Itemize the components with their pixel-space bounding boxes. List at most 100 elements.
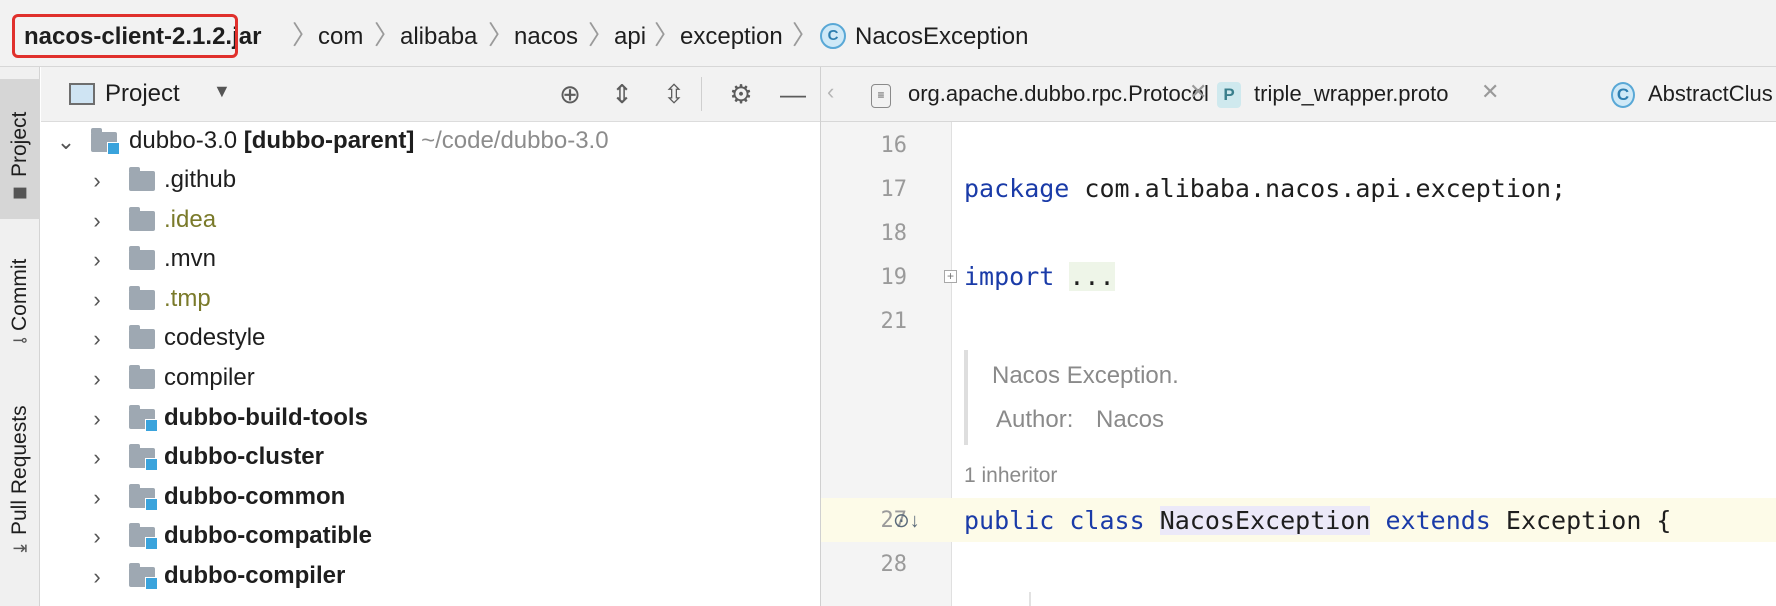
tree-item[interactable]: › codestyle xyxy=(41,319,820,358)
tree-root[interactable]: ⌄ dubbo-3.0 [dubbo-parent] ~/code/dubbo-… xyxy=(41,122,820,161)
chevron-right-icon[interactable]: › xyxy=(87,168,107,194)
folded-imports[interactable]: ... xyxy=(1069,262,1115,291)
tab-label: AbstractClus xyxy=(1648,81,1773,106)
chevron-right-icon[interactable]: › xyxy=(87,485,107,511)
tab-abstract-cluster[interactable]: C AbstractClus xyxy=(1611,67,1776,121)
project-view-icon xyxy=(69,83,95,105)
highlight-annotation xyxy=(12,14,238,58)
module-folder-icon xyxy=(129,404,158,432)
tree-item[interactable]: › .mvn xyxy=(41,240,820,279)
chevron-right-icon[interactable]: › xyxy=(87,326,107,352)
chevron-right-icon[interactable]: › xyxy=(87,406,107,432)
line-number: 21 xyxy=(880,309,908,334)
breadcrumb-separator-icon: 〉 xyxy=(374,20,401,50)
doc-comment-bar xyxy=(964,350,968,445)
folder-icon xyxy=(129,365,155,389)
folder-icon xyxy=(129,246,155,271)
breadcrumb-item-alibaba[interactable]: alibaba xyxy=(400,22,477,52)
chevron-left-icon[interactable]: ‹ xyxy=(827,79,834,105)
chevron-down-icon[interactable]: ▼ xyxy=(213,81,231,102)
chevron-down-icon[interactable]: ⌄ xyxy=(56,129,76,155)
tree-item-label: dubbo-cluster xyxy=(164,443,324,471)
line-number: 17 xyxy=(880,177,908,202)
tool-tab-project-label: Project xyxy=(8,111,31,177)
tool-tab-project[interactable]: Project ▀ xyxy=(0,79,40,219)
module-folder-icon xyxy=(129,444,158,472)
close-icon[interactable]: ✕ xyxy=(1189,79,1207,105)
pull-request-icon: ⇥ xyxy=(12,538,28,558)
breadcrumb-item-class[interactable]: NacosException xyxy=(855,22,1028,52)
chevron-right-icon[interactable]: › xyxy=(87,445,107,471)
module-folder-icon xyxy=(129,523,158,551)
tree-item[interactable]: › .github xyxy=(41,161,820,200)
breadcrumb-separator-icon: 〉 xyxy=(792,20,819,50)
tool-tab-pull-requests[interactable]: Pull Requests ⇥ xyxy=(0,377,40,557)
proto-file-icon: P xyxy=(1217,82,1241,108)
tree-item[interactable]: › dubbo-build-tools xyxy=(41,399,820,438)
keyword: import xyxy=(964,262,1055,291)
chevron-right-icon[interactable]: › xyxy=(87,247,107,273)
module-folder-icon xyxy=(91,128,120,155)
tree-item[interactable]: › dubbo-compatible xyxy=(41,517,820,556)
folder-icon xyxy=(129,325,155,350)
commit-icon: ⊸ xyxy=(12,330,28,350)
doc-comment-text: Nacos Exception. xyxy=(992,362,1179,389)
tree-item-label: .mvn xyxy=(164,245,217,273)
module-folder-icon xyxy=(129,563,158,590)
chevron-right-icon[interactable]: › xyxy=(87,564,107,590)
keyword: extends xyxy=(1385,506,1491,535)
chevron-right-icon[interactable]: › xyxy=(87,208,107,234)
tab-label: org.apache.dubbo.rpc.Protocol xyxy=(908,81,1209,106)
file-icon: ≡ xyxy=(871,84,891,108)
locate-icon[interactable]: ⊕ xyxy=(553,77,587,111)
tree-item[interactable]: › dubbo-compiler xyxy=(41,557,820,596)
tree-item[interactable]: › .tmp xyxy=(41,280,820,319)
tree-item[interactable]: › dubbo-cluster xyxy=(41,438,820,477)
minimize-icon[interactable]: — xyxy=(776,77,810,111)
project-tree: ⌄ dubbo-3.0 [dubbo-parent] ~/code/dubbo-… xyxy=(41,122,820,606)
chevron-right-icon[interactable]: › xyxy=(87,524,107,550)
fold-expand-icon[interactable]: + xyxy=(944,270,957,283)
tab-label: triple_wrapper.proto xyxy=(1254,81,1449,106)
toolbar-divider xyxy=(701,77,702,111)
tab-triple-wrapper[interactable]: P triple_wrapper.proto ✕ xyxy=(1217,67,1517,121)
line-number: 28 xyxy=(880,552,908,577)
keyword: class xyxy=(1069,506,1145,535)
project-panel-title[interactable]: Project xyxy=(105,80,180,108)
tree-item[interactable]: › compiler xyxy=(41,359,820,398)
breadcrumb-item-com[interactable]: com xyxy=(318,22,363,52)
folder-icon xyxy=(129,285,155,310)
indent-guide xyxy=(1029,592,1031,606)
keyword: package xyxy=(964,174,1070,203)
gear-icon[interactable]: ⚙ xyxy=(724,77,758,111)
close-icon[interactable]: ✕ xyxy=(1481,79,1499,105)
folder-icon xyxy=(129,206,155,231)
tree-item-label: .github xyxy=(164,166,237,193)
inheritors-hint[interactable]: 1 inheritor xyxy=(964,464,1057,488)
doc-author-label: Author: xyxy=(996,406,1074,433)
breadcrumb-item-api[interactable]: api xyxy=(614,22,646,52)
package-name: com.alibaba.nacos.api.exception; xyxy=(1069,174,1567,203)
tool-tab-commit[interactable]: Commit ⊸ xyxy=(0,229,40,349)
expand-all-icon[interactable]: ⇕ xyxy=(605,77,639,111)
breadcrumb-item-nacos[interactable]: nacos xyxy=(514,22,578,52)
chevron-right-icon[interactable]: › xyxy=(87,287,107,313)
doc-author: Nacos xyxy=(1096,406,1165,433)
folder-icon: ▀ xyxy=(13,188,27,208)
tree-item-label: dubbo-common xyxy=(164,482,346,510)
line-number: 16 xyxy=(880,133,908,158)
line-number: 18 xyxy=(880,221,908,246)
tree-item-label: .tmp xyxy=(164,284,211,312)
superclass-name: Exception xyxy=(1505,506,1642,535)
tree-item-label: dubbo-compiler xyxy=(164,562,346,589)
tree-item[interactable]: › dubbo-common xyxy=(41,478,820,517)
breadcrumb-item-exception[interactable]: exception xyxy=(680,22,783,52)
breadcrumb-separator-icon: 〉 xyxy=(488,20,515,50)
collapse-all-icon[interactable]: ⇳ xyxy=(657,77,691,111)
tree-root-label: dubbo-3.0 [dubbo-parent] ~/code/dubbo-3.… xyxy=(129,127,609,154)
tree-item[interactable]: › .idea xyxy=(41,201,820,240)
tab-protocol[interactable]: ≡ org.apache.dubbo.rpc.Protocol ✕ xyxy=(871,67,1271,121)
implemented-marker-icon[interactable]: ⊙↓ xyxy=(893,508,920,533)
class-icon: C xyxy=(820,23,846,49)
chevron-right-icon[interactable]: › xyxy=(87,366,107,392)
